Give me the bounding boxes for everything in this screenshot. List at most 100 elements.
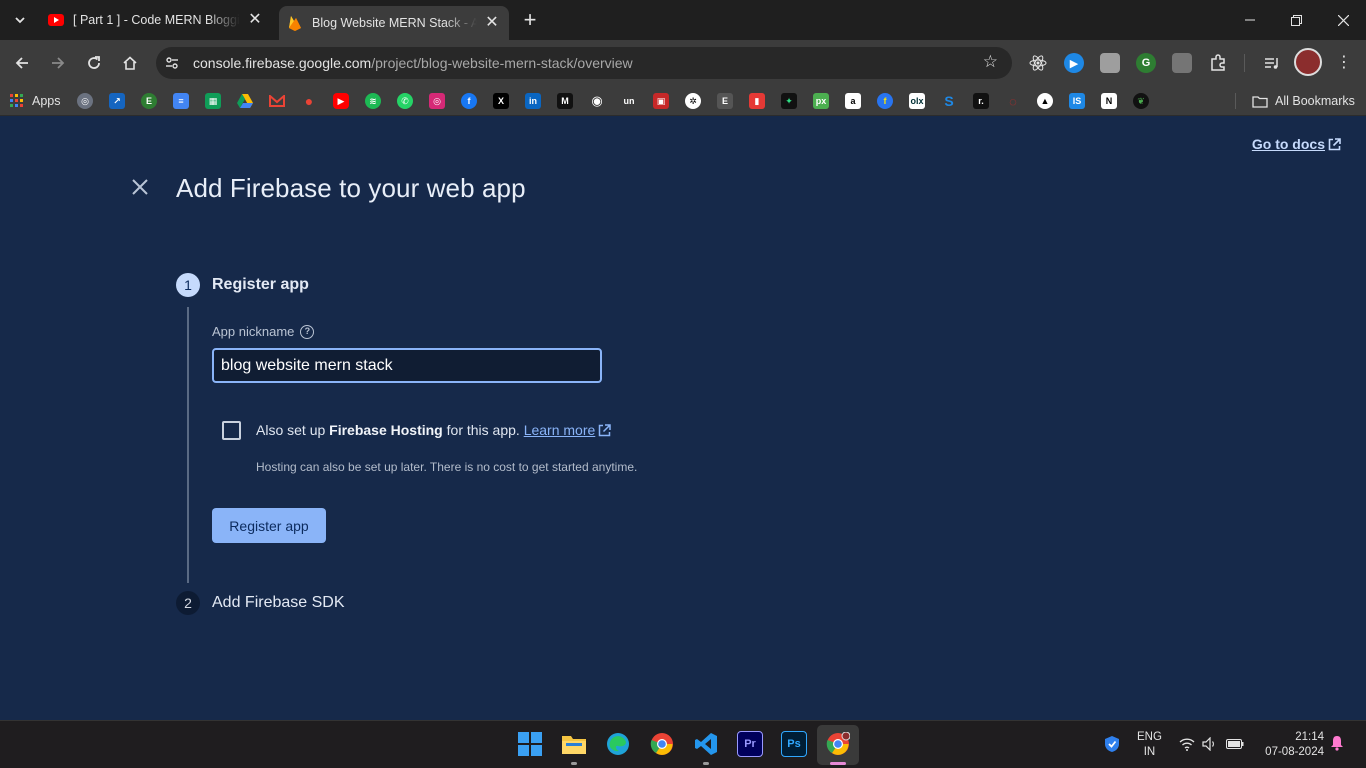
tab-youtube[interactable]: [ Part 1 ] - Code MERN Blogging Website … xyxy=(40,6,272,34)
home-button[interactable] xyxy=(116,49,144,77)
bookmark-hackerrank-icon[interactable]: ✦ xyxy=(781,93,797,109)
translate-extension-icon[interactable]: G xyxy=(1136,53,1156,73)
bookmark-docs-icon[interactable]: ≡ xyxy=(173,93,189,109)
bookmark-blue-icon[interactable]: ↗ xyxy=(109,93,125,109)
bookmark-gmail-icon[interactable] xyxy=(269,93,285,109)
bookmark-notion-icon[interactable]: N xyxy=(1101,93,1117,109)
bookmark-facebook-icon[interactable]: f xyxy=(461,93,477,109)
app-nickname-input[interactable] xyxy=(212,348,602,383)
chrome-icon[interactable] xyxy=(649,731,675,757)
register-app-button[interactable]: Register app xyxy=(212,508,326,543)
restore-button[interactable] xyxy=(1273,0,1319,40)
go-to-docs-label: Go to docs xyxy=(1251,136,1325,152)
arrow-left-icon xyxy=(15,57,28,69)
close-window-button[interactable] xyxy=(1320,0,1366,40)
hosting-prefix: Also set up xyxy=(256,422,330,438)
bookmark-flipkart-icon[interactable]: f xyxy=(877,93,893,109)
minimize-icon xyxy=(1245,19,1255,21)
arrow-right-icon xyxy=(52,57,65,69)
apps-bookmark[interactable]: Apps xyxy=(10,92,61,110)
bookmark-box-icon[interactable]: ▣ xyxy=(653,93,669,109)
browser-toolbar: console.firebase.google.com/project/blog… xyxy=(0,40,1366,86)
file-explorer-icon[interactable] xyxy=(561,731,587,757)
bookmark-triangle-icon[interactable]: ▲ xyxy=(1037,93,1053,109)
learn-more-link[interactable]: Learn more xyxy=(524,422,612,438)
close-icon[interactable] xyxy=(128,177,152,201)
bookmark-sheets-icon[interactable]: ▦ xyxy=(205,93,221,109)
bookmark-globe-icon[interactable]: ◎ xyxy=(77,93,93,109)
bookmark-red-circle-icon[interactable]: ◌ xyxy=(1005,93,1021,109)
bookmark-medium-icon[interactable]: M xyxy=(557,93,573,109)
folder-icon xyxy=(1252,95,1268,108)
toolbar-separator xyxy=(1244,54,1245,72)
bookmark-drive-icon[interactable] xyxy=(237,93,253,109)
bookmark-evernote-icon[interactable]: E xyxy=(141,93,157,109)
hosting-suffix: for this app. xyxy=(442,422,524,438)
bookmark-youtube-icon[interactable]: ▶ xyxy=(333,93,349,109)
browser-menu-icon[interactable]: ⋮ xyxy=(1334,51,1354,75)
tab-search-button[interactable] xyxy=(6,8,34,32)
bookmark-is-icon[interactable]: IS xyxy=(1069,93,1085,109)
address-bar[interactable]: console.firebase.google.com/project/blog… xyxy=(156,47,1012,79)
bookmark-unstop-icon[interactable]: un xyxy=(621,93,637,109)
bookmark-x-icon[interactable]: X xyxy=(493,93,509,109)
step-1-number: 1 xyxy=(176,273,200,297)
bookmark-linkedin-icon[interactable]: in xyxy=(525,93,541,109)
security-shield-icon[interactable] xyxy=(1103,735,1121,753)
bookmark-red-icon[interactable]: ▮ xyxy=(749,93,765,109)
system-clock[interactable]: 21:14 07-08-2024 xyxy=(1252,730,1324,760)
bookmark-epic-icon[interactable]: E xyxy=(717,93,733,109)
bookmark-pexels-icon[interactable]: px xyxy=(813,93,829,109)
close-tab-icon[interactable]: ✕ xyxy=(483,14,501,32)
windows-start-icon[interactable] xyxy=(517,731,543,757)
bookmark-spotify-icon[interactable]: ≋ xyxy=(365,93,381,109)
reload-button[interactable] xyxy=(80,49,108,77)
photoshop-icon[interactable]: Ps xyxy=(781,731,807,757)
minimize-button[interactable] xyxy=(1227,0,1273,40)
chrome-profile-icon[interactable] xyxy=(825,731,851,757)
language-indicator[interactable]: ENG IN xyxy=(1137,730,1162,760)
bookmark-chatgpt-icon[interactable]: ✲ xyxy=(685,93,701,109)
bookmark-instagram-icon[interactable]: ◎ xyxy=(429,93,445,109)
bookmarks-separator xyxy=(1235,93,1236,109)
new-tab-button[interactable]: + xyxy=(517,8,543,34)
bookmark-r-icon[interactable]: r. xyxy=(973,93,989,109)
notification-bell-icon[interactable] xyxy=(1330,735,1346,753)
go-to-docs-link[interactable]: Go to docs xyxy=(1252,136,1341,152)
back-button[interactable] xyxy=(8,49,36,77)
step-2-number: 2 xyxy=(176,591,200,615)
extensions-puzzle-icon[interactable] xyxy=(1208,53,1228,73)
media-controls-icon[interactable] xyxy=(1262,53,1282,73)
all-bookmarks-folder[interactable]: All Bookmarks xyxy=(1252,92,1355,110)
bookmark-amazon-icon[interactable]: a xyxy=(845,93,861,109)
bookmark-s-icon[interactable]: S xyxy=(941,93,957,109)
extension-icon[interactable] xyxy=(1100,53,1120,73)
bookmark-maps-icon[interactable]: ● xyxy=(301,93,317,109)
bookmark-star-icon[interactable]: ☆ xyxy=(983,52,998,72)
extension-icon[interactable] xyxy=(1172,53,1192,73)
vscode-icon[interactable] xyxy=(693,731,719,757)
hosting-note: Hosting can also be set up later. There … xyxy=(256,460,638,474)
forward-button[interactable] xyxy=(44,49,72,77)
edge-icon[interactable] xyxy=(605,731,631,757)
video-extension-icon[interactable]: ▶ xyxy=(1064,53,1084,73)
close-tab-icon[interactable]: ✕ xyxy=(246,11,264,29)
tab-firebase[interactable]: Blog Website MERN Stack - Add Firebase ✕ xyxy=(279,6,509,40)
react-devtools-icon[interactable] xyxy=(1028,53,1048,73)
firebase-hosting-checkbox[interactable] xyxy=(222,421,241,440)
help-icon[interactable]: ? xyxy=(300,324,315,339)
volume-icon[interactable] xyxy=(1201,735,1219,753)
reload-icon xyxy=(88,56,100,69)
apps-grid-icon xyxy=(10,94,23,107)
wifi-icon[interactable] xyxy=(1178,735,1196,753)
site-info-icon[interactable] xyxy=(159,50,185,76)
bookmark-github-icon[interactable]: ◉ xyxy=(589,93,605,109)
bookmark-mongodb-icon[interactable]: ❦ xyxy=(1133,93,1149,109)
bookmark-olx-icon[interactable]: olx xyxy=(909,93,925,109)
profile-avatar[interactable] xyxy=(1294,48,1322,76)
external-link-icon xyxy=(1328,137,1341,150)
active-app-indicator xyxy=(830,762,846,765)
premiere-pro-icon[interactable]: Pr xyxy=(737,731,763,757)
battery-icon[interactable] xyxy=(1226,735,1244,753)
bookmark-whatsapp-icon[interactable]: ✆ xyxy=(397,93,413,109)
